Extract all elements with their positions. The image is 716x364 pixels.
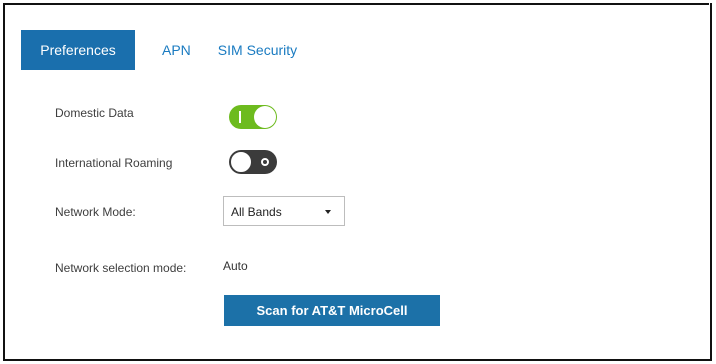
- panel-border-bottom: [3, 359, 712, 361]
- domestic-data-toggle[interactable]: [229, 105, 277, 129]
- toggle-off-mark-icon: [261, 158, 269, 166]
- tab-preferences[interactable]: Preferences: [21, 30, 135, 70]
- chevron-down-icon: [325, 210, 331, 214]
- panel-border-right: [710, 3, 712, 360]
- tab-bar: Preferences APN SIM Security: [21, 30, 311, 70]
- network-mode-selected-value: All Bands: [231, 205, 282, 219]
- toggle-knob: [254, 106, 276, 128]
- tab-sim-security[interactable]: SIM Security: [204, 30, 311, 70]
- international-roaming-toggle[interactable]: [229, 150, 277, 174]
- international-roaming-label: International Roaming: [55, 156, 173, 170]
- network-mode-select[interactable]: All Bands: [223, 196, 345, 226]
- domestic-data-label: Domestic Data: [55, 106, 134, 120]
- toggle-on-mark-icon: [239, 111, 241, 123]
- tab-apn[interactable]: APN: [149, 30, 204, 70]
- network-selection-mode-label: Network selection mode:: [55, 261, 187, 275]
- scan-microcell-button[interactable]: Scan for AT&T MicroCell: [224, 295, 440, 326]
- toggle-knob: [230, 151, 252, 173]
- network-selection-mode-value: Auto: [223, 259, 248, 273]
- network-mode-label: Network Mode:: [55, 205, 136, 219]
